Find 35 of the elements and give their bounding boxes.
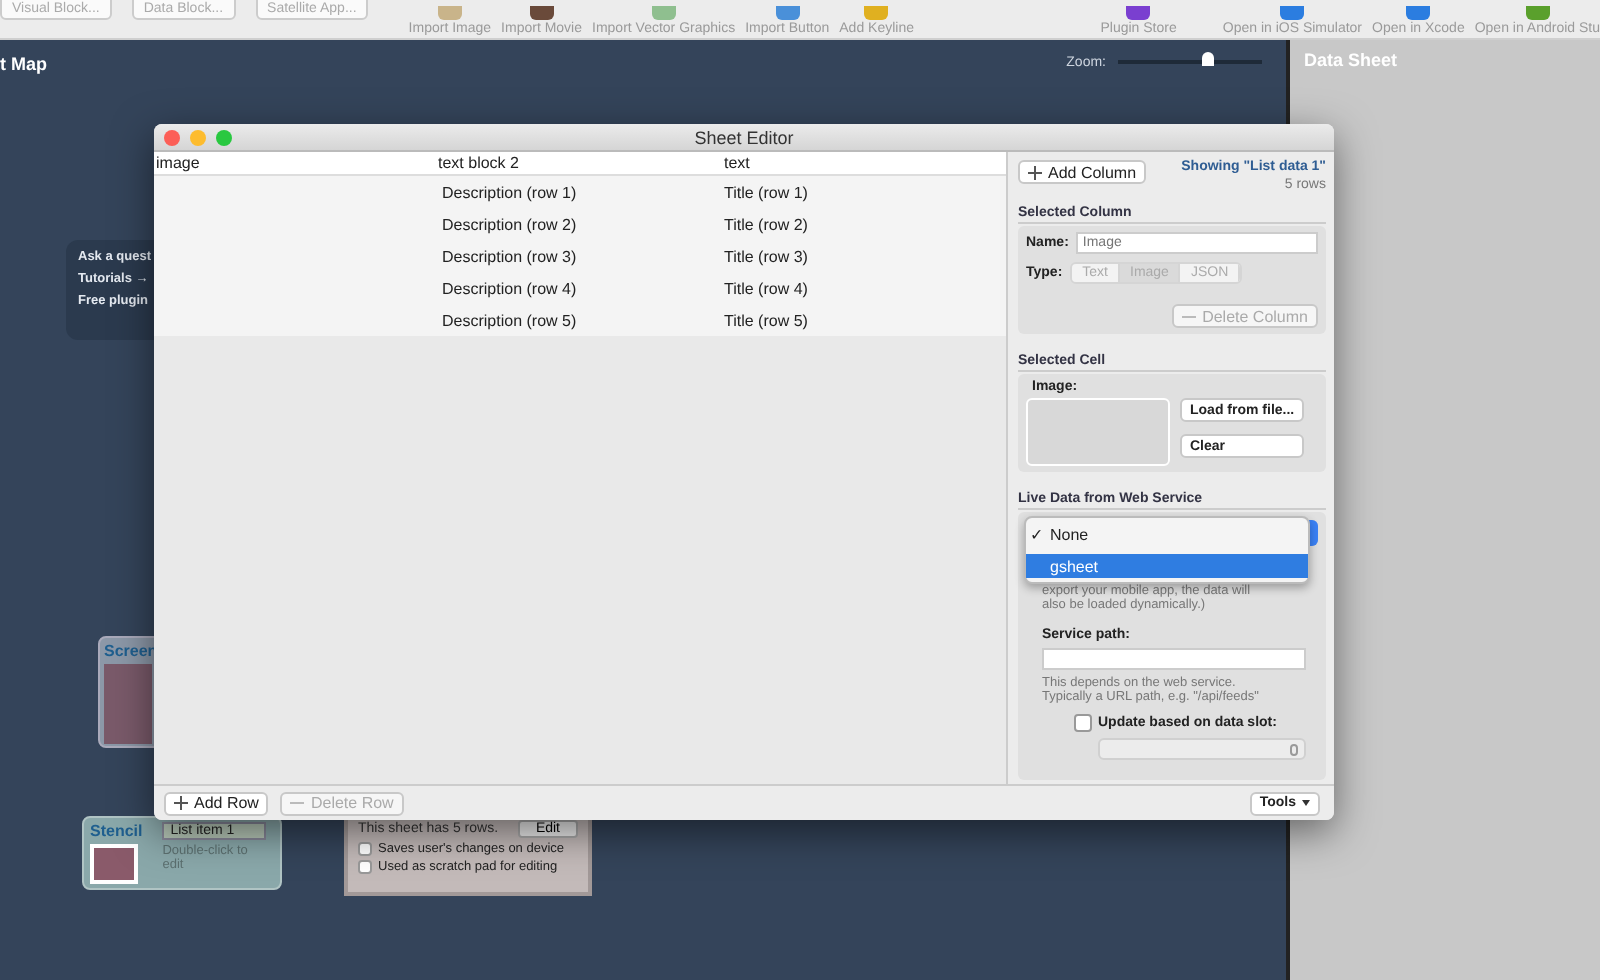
- table-cell-text: Description (row 5): [440, 311, 579, 329]
- close-button[interactable]: [164, 130, 180, 146]
- menu-item[interactable]: ✓ None: [1026, 522, 1308, 546]
- menu-item[interactable]: gsheet: [1026, 554, 1308, 578]
- column-header[interactable]: text block 2: [438, 154, 722, 172]
- table-cell-text: Title (row 5): [722, 311, 810, 329]
- add-row-button[interactable]: Add Row: [164, 791, 269, 815]
- table-cell-text: Title (row 2): [722, 215, 810, 233]
- add-column-button[interactable]: Add Column: [1018, 160, 1147, 184]
- minus-icon: [290, 796, 305, 810]
- table-cell-text: Description (row 4): [440, 279, 579, 297]
- service-path-field[interactable]: [1042, 648, 1306, 670]
- plus-icon: [1028, 165, 1042, 179]
- canvas-title: t Map: [0, 54, 47, 74]
- window-title: Sheet Editor: [694, 127, 794, 147]
- zoom-button[interactable]: [216, 130, 232, 146]
- table-cell-text: Title (row 3): [722, 247, 810, 265]
- checkbox[interactable]: [358, 842, 372, 856]
- table-cell-text: Description (row 1): [440, 183, 579, 201]
- table-cell-text: Title (row 4): [722, 279, 810, 297]
- image-well[interactable]: [1026, 398, 1170, 466]
- checkbox[interactable]: [1074, 714, 1092, 732]
- checkbox[interactable]: [358, 860, 372, 874]
- caret-icon: [1302, 800, 1310, 806]
- dropdown-menu[interactable]: ✓ None gsheet: [1024, 516, 1310, 584]
- stencil-thumbnail: [90, 844, 138, 884]
- column-header[interactable]: text: [722, 154, 1006, 172]
- slider-thumb[interactable]: [1201, 52, 1214, 66]
- table-cell-text: Title (row 1): [722, 183, 810, 201]
- screen-thumbnail: [104, 664, 152, 744]
- table-cell-text: Description (row 3): [440, 247, 579, 265]
- plus-icon: [174, 796, 188, 810]
- column-header[interactable]: image: [154, 154, 438, 172]
- table-cell-text: Description (row 2): [440, 215, 579, 233]
- node-title: Stencil: [90, 822, 143, 840]
